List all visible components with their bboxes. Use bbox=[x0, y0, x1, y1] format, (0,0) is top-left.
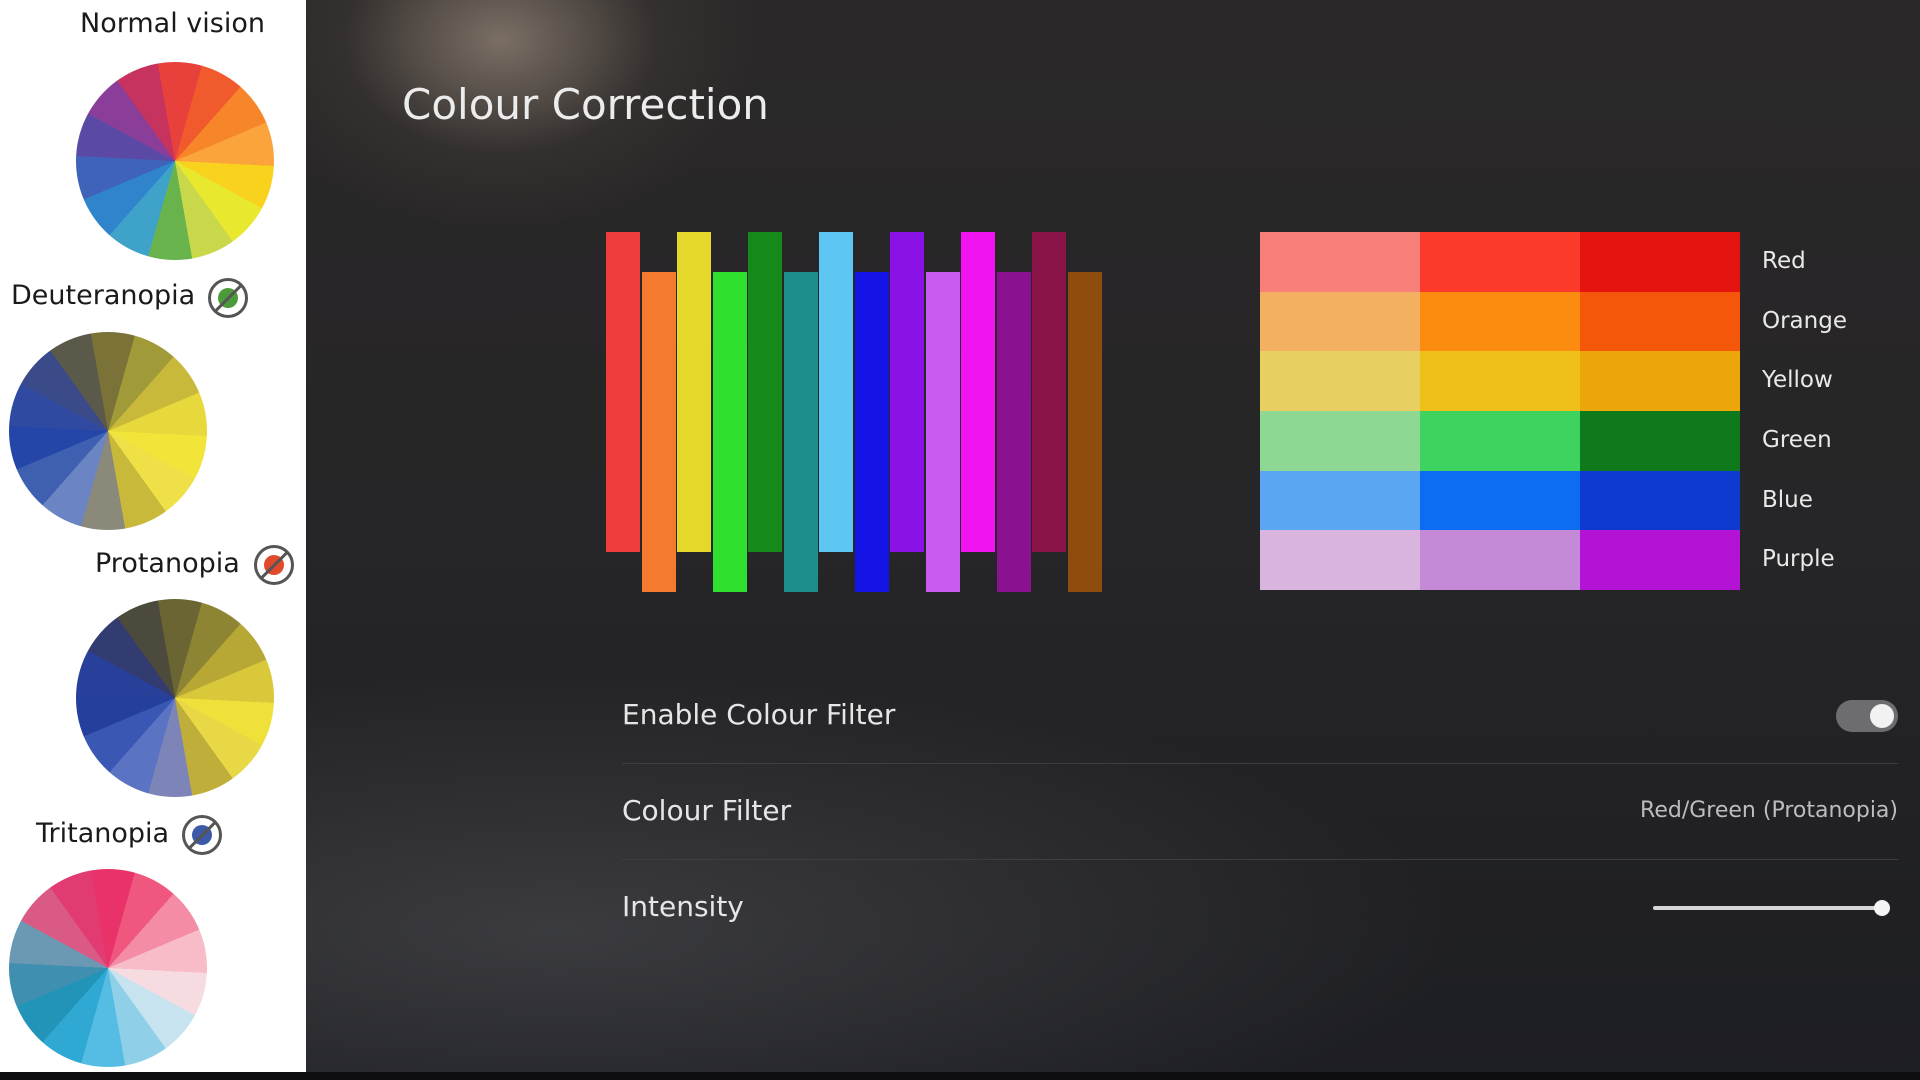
deuteranopia-label: Deuteranopia bbox=[11, 280, 196, 311]
intensity-slider-thumb[interactable] bbox=[1874, 900, 1890, 916]
colour-swatch bbox=[1420, 470, 1580, 531]
page-title: Colour Correction bbox=[402, 80, 769, 129]
colour-correction-screen: Colour Correction Red Orange Yellow Green Bl… bbox=[306, 0, 1920, 1080]
tritanopia-label: Tritanopia bbox=[36, 818, 170, 849]
colour-swatch bbox=[1580, 351, 1740, 411]
colour-bar bbox=[606, 232, 640, 552]
swatch-row-label-green: Green bbox=[1762, 426, 1832, 453]
intensity-label: Intensity bbox=[622, 890, 744, 923]
colour-swatch bbox=[1260, 291, 1420, 352]
intensity-slider[interactable] bbox=[1653, 900, 1890, 916]
colour-swatch bbox=[1580, 232, 1740, 292]
swatch-row-label-orange: Orange bbox=[1762, 307, 1847, 334]
colour-swatch bbox=[1580, 291, 1740, 352]
colour-bar bbox=[890, 232, 924, 552]
colour-bar bbox=[961, 232, 995, 552]
swatch-row-label-yellow: Yellow bbox=[1762, 367, 1833, 394]
bottom-edge bbox=[0, 1072, 1920, 1080]
colour-bar bbox=[1032, 232, 1066, 552]
colour-filter-label: Colour Filter bbox=[622, 794, 792, 827]
enable-colour-filter-toggle[interactable] bbox=[1836, 700, 1898, 732]
colour-swatch bbox=[1580, 470, 1740, 531]
colour-swatch bbox=[1420, 291, 1580, 352]
colour-swatch bbox=[1420, 410, 1580, 471]
colour-swatch bbox=[1260, 232, 1420, 292]
colour-swatch-grid bbox=[1260, 232, 1740, 590]
colour-bar bbox=[712, 272, 747, 592]
swatch-row-label-blue: Blue bbox=[1762, 486, 1813, 513]
colour-bar bbox=[783, 272, 818, 592]
colour-swatch bbox=[1260, 530, 1420, 590]
colour-swatch bbox=[1580, 530, 1740, 590]
protanopia-label: Protanopia bbox=[95, 548, 240, 579]
protanopia-badge-icon bbox=[254, 545, 294, 585]
colour-bar bbox=[748, 232, 782, 552]
colour-bar bbox=[677, 232, 711, 552]
colour-filter-row[interactable]: Colour Filter Red/Green (Protanopia) bbox=[622, 764, 1898, 860]
colour-filter-value: Red/Green (Protanopia) bbox=[1640, 798, 1898, 823]
colour-swatch bbox=[1260, 470, 1420, 531]
tritanopia-wheel bbox=[9, 869, 207, 1067]
tritanopia-badge-icon bbox=[182, 815, 222, 855]
enable-colour-filter-label: Enable Colour Filter bbox=[622, 698, 896, 731]
colour-bar bbox=[819, 232, 853, 552]
colour-bars-preview bbox=[606, 230, 1116, 595]
colour-swatch bbox=[1260, 410, 1420, 471]
protanopia-wheel bbox=[76, 599, 274, 797]
colour-swatch bbox=[1420, 530, 1580, 590]
swatch-row-label-red: Red bbox=[1762, 248, 1806, 274]
swatch-row-label-purple: Purple bbox=[1762, 546, 1835, 573]
colour-bar bbox=[925, 272, 960, 592]
normal-vision-label: Normal vision bbox=[80, 8, 265, 39]
colour-bar bbox=[854, 272, 889, 592]
colour-bar bbox=[996, 272, 1031, 592]
toggle-knob bbox=[1870, 704, 1894, 728]
colour-swatch bbox=[1580, 410, 1740, 471]
vision-reference-panel: Normal vision Deuteranopia Protanopia Tr… bbox=[0, 0, 306, 1080]
colour-bar bbox=[1067, 272, 1102, 592]
enable-colour-filter-row[interactable]: Enable Colour Filter bbox=[622, 668, 1898, 764]
deuteranopia-badge-icon bbox=[208, 278, 248, 318]
normal-vision-wheel bbox=[76, 62, 274, 260]
colour-swatch bbox=[1420, 232, 1580, 292]
colour-swatch bbox=[1420, 351, 1580, 411]
deuteranopia-wheel bbox=[9, 332, 207, 530]
colour-bar bbox=[641, 272, 676, 592]
colour-swatch bbox=[1260, 351, 1420, 411]
